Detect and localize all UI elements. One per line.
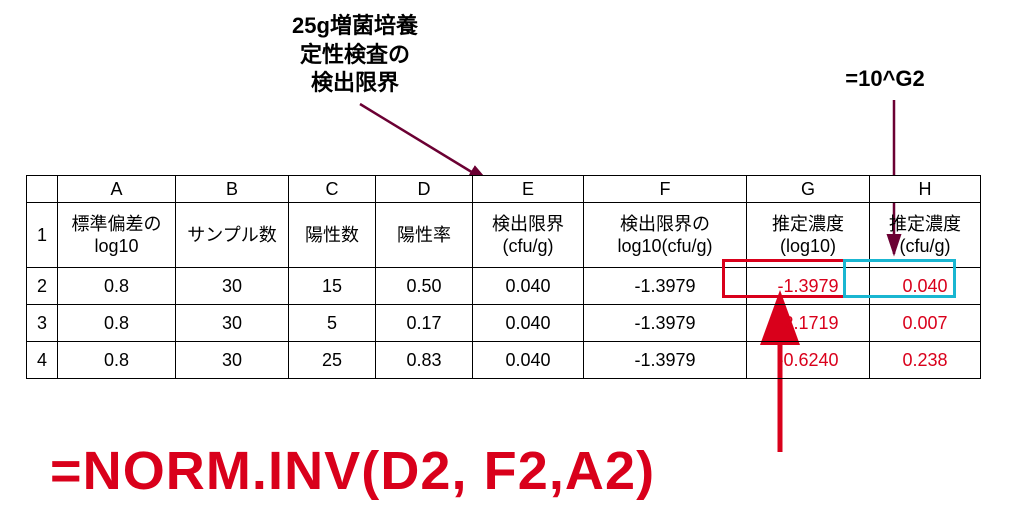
table-row: 2 0.8 30 15 0.50 0.040 -1.3979 -1.3979 0…: [27, 268, 981, 305]
table-row: 4 0.8 30 25 0.83 0.040 -1.3979 -0.6240 0…: [27, 342, 981, 379]
cell-A2[interactable]: 0.8: [58, 268, 176, 305]
cell-B3[interactable]: 30: [176, 305, 289, 342]
cell-E1[interactable]: 検出限界(cfu/g): [473, 203, 584, 268]
page: 25g増菌培養定性検査の検出限界 =10^G2 A B C D E F G H: [0, 0, 1024, 530]
col-header-H[interactable]: H: [870, 176, 981, 203]
col-header-A[interactable]: A: [58, 176, 176, 203]
cell-D1[interactable]: 陽性率: [376, 203, 473, 268]
cell-C2[interactable]: 15: [289, 268, 376, 305]
cell-B1[interactable]: サンプル数: [176, 203, 289, 268]
cell-D4[interactable]: 0.83: [376, 342, 473, 379]
annotation-col-h: =10^G2: [810, 65, 960, 94]
formula-text: =NORM.INV(D2, F2,A2): [50, 440, 655, 502]
cell-F1[interactable]: 検出限界のlog10(cfu/g): [584, 203, 747, 268]
col-header-D[interactable]: D: [376, 176, 473, 203]
cell-C4[interactable]: 25: [289, 342, 376, 379]
cell-E2[interactable]: 0.040: [473, 268, 584, 305]
corner-cell: [27, 176, 58, 203]
table-row: 3 0.8 30 5 0.17 0.040 -1.3979 -2.1719 0.…: [27, 305, 981, 342]
row-header-2[interactable]: 2: [27, 268, 58, 305]
cell-D2[interactable]: 0.50: [376, 268, 473, 305]
cell-B4[interactable]: 30: [176, 342, 289, 379]
column-header-row: A B C D E F G H: [27, 176, 981, 203]
row-header-1[interactable]: 1: [27, 203, 58, 268]
col-header-F[interactable]: F: [584, 176, 747, 203]
cell-H1[interactable]: 推定濃度(cfu/g): [870, 203, 981, 268]
cell-H4[interactable]: 0.238: [870, 342, 981, 379]
header-row-1: 1 標準偏差のlog10 サンプル数 陽性数 陽性率 検出限界(cfu/g) 検…: [27, 203, 981, 268]
cell-A3[interactable]: 0.8: [58, 305, 176, 342]
cell-A4[interactable]: 0.8: [58, 342, 176, 379]
cell-G1[interactable]: 推定濃度(log10): [747, 203, 870, 268]
cell-F2[interactable]: -1.3979: [584, 268, 747, 305]
cell-F4[interactable]: -1.3979: [584, 342, 747, 379]
row-header-4[interactable]: 4: [27, 342, 58, 379]
col-header-E[interactable]: E: [473, 176, 584, 203]
cell-G2[interactable]: -1.3979: [747, 268, 870, 305]
cell-G3[interactable]: -2.1719: [747, 305, 870, 342]
cell-F3[interactable]: -1.3979: [584, 305, 747, 342]
annotation-col-e: 25g増菌培養定性検査の検出限界: [255, 12, 455, 98]
col-header-B[interactable]: B: [176, 176, 289, 203]
col-header-G[interactable]: G: [747, 176, 870, 203]
cell-H3[interactable]: 0.007: [870, 305, 981, 342]
cell-C3[interactable]: 5: [289, 305, 376, 342]
cell-D3[interactable]: 0.17: [376, 305, 473, 342]
cell-H2[interactable]: 0.040: [870, 268, 981, 305]
cell-E3[interactable]: 0.040: [473, 305, 584, 342]
cell-C1[interactable]: 陽性数: [289, 203, 376, 268]
cell-E4[interactable]: 0.040: [473, 342, 584, 379]
spreadsheet-grid: A B C D E F G H 1 標準偏差のlog10 サンプル数 陽性数 陽…: [26, 175, 981, 379]
row-header-3[interactable]: 3: [27, 305, 58, 342]
cell-B2[interactable]: 30: [176, 268, 289, 305]
cell-A1[interactable]: 標準偏差のlog10: [58, 203, 176, 268]
cell-G4[interactable]: -0.6240: [747, 342, 870, 379]
col-header-C[interactable]: C: [289, 176, 376, 203]
